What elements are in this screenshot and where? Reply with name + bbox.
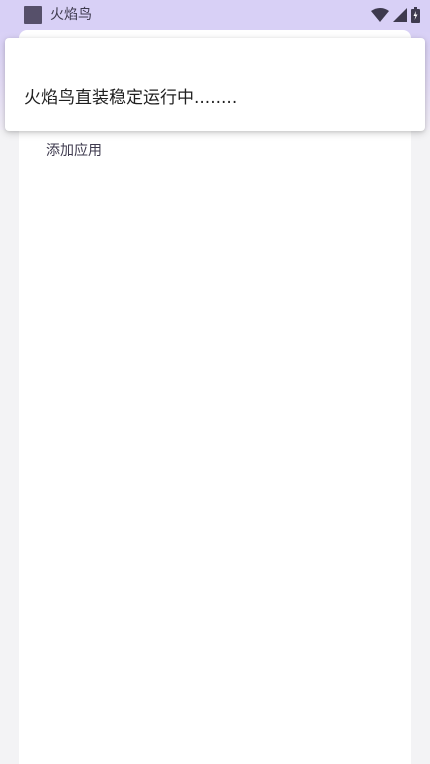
signal-icon bbox=[393, 8, 407, 22]
status-app-title: 火焰鸟 bbox=[50, 7, 92, 23]
app-icon bbox=[24, 6, 42, 24]
toast-dialog: 火焰鸟直装稳定运行中........ bbox=[5, 38, 425, 131]
status-icons bbox=[371, 6, 420, 24]
add-app-button[interactable]: 添加应用 bbox=[46, 141, 102, 161]
battery-icon bbox=[411, 7, 420, 23]
toast-message: 火焰鸟直装稳定运行中........ bbox=[24, 88, 238, 108]
status-bar: 火焰鸟 bbox=[0, 0, 430, 30]
app-list-card: 添加应用 bbox=[19, 30, 411, 764]
wifi-icon bbox=[371, 8, 389, 22]
